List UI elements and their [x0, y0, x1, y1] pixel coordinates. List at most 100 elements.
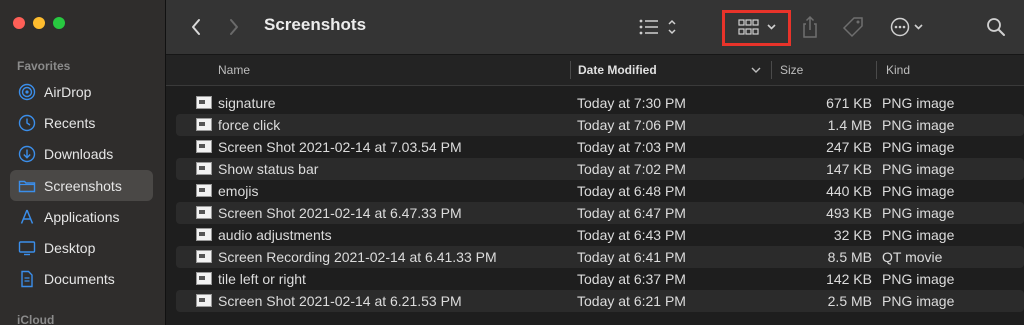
window-title: Screenshots: [264, 15, 367, 34]
file-name: Screen Shot 2021-02-14 at 7.03.54 PM: [218, 139, 462, 155]
file-name: audio adjustments: [218, 227, 332, 243]
file-row[interactable]: force click Today at 7:06 PM 1.4 MB PNG …: [176, 114, 1024, 136]
image-file-icon: [196, 206, 212, 219]
image-file-icon: [196, 96, 212, 109]
file-row[interactable]: Screen Shot 2021-02-14 at 7.03.54 PM Tod…: [176, 136, 1024, 158]
forward-button[interactable]: [224, 16, 244, 38]
sidebar-item-label: Screenshots: [44, 177, 122, 194]
zoom-button[interactable]: [53, 17, 65, 29]
file-size: 1.4 MB: [827, 117, 872, 133]
sidebar-item-documents[interactable]: Documents: [10, 263, 153, 294]
file-row[interactable]: emojis Today at 6:48 PM 440 KB PNG image: [176, 180, 1024, 202]
sidebar-item-desktop[interactable]: Desktop: [10, 232, 153, 263]
file-kind: PNG image: [882, 95, 955, 111]
file-row[interactable]: Screen Shot 2021-02-14 at 6.21.53 PM Tod…: [176, 290, 1024, 312]
column-divider[interactable]: [771, 61, 772, 79]
minimize-button[interactable]: [33, 17, 45, 29]
file-name: Screen Shot 2021-02-14 at 6.47.33 PM: [218, 205, 462, 221]
clock-icon: [18, 114, 36, 132]
sidebar-item-label: Recents: [44, 114, 96, 131]
file-kind: PNG image: [882, 139, 955, 155]
window-controls: [13, 17, 65, 29]
sidebar-item-recents[interactable]: Recents: [10, 107, 153, 138]
sidebar-item-label: Applications: [44, 208, 120, 225]
file-kind: PNG image: [882, 161, 955, 177]
file-kind: QT movie: [882, 249, 943, 265]
favorites-section-label: Favorites: [17, 59, 71, 73]
file-name: Screen Recording 2021-02-14 at 6.41.33 P…: [218, 249, 497, 265]
sidebar-item-label: Downloads: [44, 145, 114, 162]
download-icon: [18, 145, 36, 163]
image-file-icon: [196, 184, 212, 197]
image-file-icon: [196, 162, 212, 175]
file-kind: PNG image: [882, 183, 955, 199]
close-button[interactable]: [13, 17, 25, 29]
file-name: force click: [218, 117, 281, 133]
column-header-name[interactable]: Name: [218, 55, 250, 85]
file-size: 8.5 MB: [827, 249, 872, 265]
file-size: 32 KB: [833, 227, 872, 243]
movie-file-icon: [196, 250, 212, 263]
file-row[interactable]: signature Today at 7:30 PM 671 KB PNG im…: [176, 92, 1024, 114]
back-button[interactable]: [186, 16, 206, 38]
sidebar-item-applications[interactable]: Applications: [10, 201, 153, 232]
forward-icon: [228, 18, 240, 36]
list-view-icon: [637, 17, 681, 37]
file-name: tile left or right: [218, 271, 306, 287]
file-name: signature: [218, 95, 276, 111]
image-file-icon: [196, 118, 212, 131]
image-file-icon: [196, 140, 212, 153]
image-file-icon: [196, 294, 212, 307]
file-date: Today at 6:37 PM: [577, 271, 686, 287]
file-size: 671 KB: [826, 95, 872, 111]
sort-chevron-icon[interactable]: [749, 63, 763, 77]
file-row[interactable]: tile left or right Today at 6:37 PM 142 …: [176, 268, 1024, 290]
share-button[interactable]: [798, 13, 822, 41]
file-kind: PNG image: [882, 227, 955, 243]
column-header: Name Date Modified Size Kind: [166, 55, 1024, 86]
column-header-kind[interactable]: Kind: [886, 55, 910, 85]
file-name: Show status bar: [218, 161, 319, 177]
sidebar-item-label: Documents: [44, 270, 115, 287]
file-row[interactable]: Screen Shot 2021-02-14 at 6.47.33 PM Tod…: [176, 202, 1024, 224]
file-kind: PNG image: [882, 205, 955, 221]
toolbar: Screenshots: [166, 0, 1024, 55]
view-options-button[interactable]: [636, 14, 682, 40]
desktop-icon: [18, 239, 36, 257]
search-button[interactable]: [984, 15, 1008, 39]
search-icon: [986, 17, 1006, 37]
icloud-section-label: iCloud: [17, 313, 55, 325]
more-icon: [889, 16, 929, 38]
file-size: 493 KB: [826, 205, 872, 221]
file-row[interactable]: audio adjustments Today at 6:43 PM 32 KB…: [176, 224, 1024, 246]
column-divider[interactable]: [876, 61, 877, 79]
sidebar: Favorites AirDrop Recents Downloads Scre…: [0, 0, 166, 325]
sidebar-item-label: AirDrop: [44, 83, 92, 100]
column-divider[interactable]: [570, 61, 571, 79]
file-size: 2.5 MB: [827, 293, 872, 309]
tag-button[interactable]: [840, 13, 866, 41]
sidebar-item-screenshots[interactable]: Screenshots: [10, 170, 153, 201]
airdrop-icon: [18, 83, 36, 101]
finder-window: Favorites AirDrop Recents Downloads Scre…: [0, 0, 1024, 325]
file-date: Today at 6:43 PM: [577, 227, 686, 243]
sidebar-item-airdrop[interactable]: AirDrop: [10, 76, 153, 107]
folder-icon: [18, 177, 36, 195]
file-row[interactable]: Screen Recording 2021-02-14 at 6.41.33 P…: [176, 246, 1024, 268]
file-kind: PNG image: [882, 293, 955, 309]
column-header-date[interactable]: Date Modified: [578, 55, 657, 85]
highlight-box: [722, 10, 791, 46]
share-icon: [800, 15, 820, 39]
file-date: Today at 7:06 PM: [577, 117, 686, 133]
more-actions-button[interactable]: [888, 15, 930, 39]
tag-icon: [841, 15, 865, 39]
file-name: emojis: [218, 183, 259, 199]
file-row[interactable]: Show status bar Today at 7:02 PM 147 KB …: [176, 158, 1024, 180]
file-size: 147 KB: [826, 161, 872, 177]
document-icon: [18, 270, 36, 288]
file-name: Screen Shot 2021-02-14 at 6.21.53 PM: [218, 293, 462, 309]
image-file-icon: [196, 228, 212, 241]
file-date: Today at 7:03 PM: [577, 139, 686, 155]
sidebar-item-downloads[interactable]: Downloads: [10, 138, 153, 169]
column-header-size[interactable]: Size: [780, 55, 803, 85]
